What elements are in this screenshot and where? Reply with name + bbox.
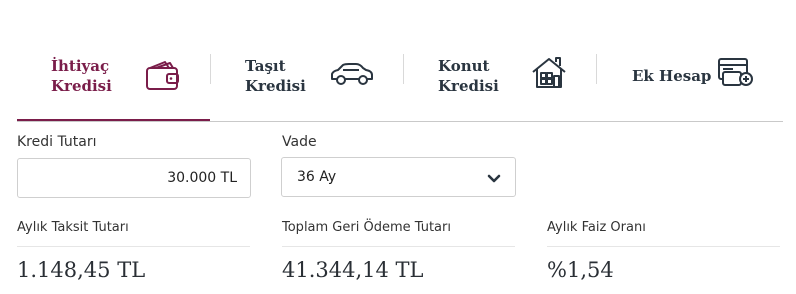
- term-select-value: 36 Ay: [297, 169, 337, 185]
- term-select[interactable]: 36 Ay: [281, 157, 516, 197]
- result-divider: [17, 246, 250, 247]
- tab-konut-kredisi-label: Konut Kredisi: [438, 57, 499, 95]
- monthly-rate-label: Aylık Faiz Oranı: [547, 220, 646, 235]
- result-divider: [547, 246, 780, 247]
- total-repayment-value: 41.344,14 TL: [282, 258, 424, 282]
- house-icon: [531, 56, 567, 90]
- tab-ek-hesap[interactable]: Ek Hesap: [632, 30, 782, 122]
- tab-separator: [403, 54, 404, 84]
- monthly-installment-label: Aylık Taksit Tutarı: [17, 220, 129, 235]
- amount-label: Kredi Tutarı: [17, 134, 97, 150]
- loan-type-tabs: İhtiyaç Kredisi Taşıt Kredisi Konut Kred…: [17, 30, 783, 122]
- monthly-rate-value: %1,54: [547, 258, 614, 282]
- term-label: Vade: [282, 134, 317, 150]
- chevron-down-icon: [487, 172, 501, 188]
- card-icon: [718, 58, 754, 88]
- amount-input[interactable]: [17, 158, 251, 198]
- tab-ek-hesap-label: Ek Hesap: [632, 67, 712, 85]
- wallet-icon: [145, 58, 181, 92]
- result-divider: [282, 246, 515, 247]
- tab-tasit-kredisi[interactable]: Taşıt Kredisi: [245, 30, 395, 122]
- tab-ihtiyac-kredisi-label: İhtiyaç Kredisi: [51, 57, 112, 95]
- total-repayment-label: Toplam Geri Ödeme Tutarı: [282, 220, 451, 235]
- tab-tasit-kredisi-label: Taşıt Kredisi: [245, 57, 306, 95]
- tab-konut-kredisi[interactable]: Konut Kredisi: [438, 30, 588, 122]
- monthly-installment-value: 1.148,45 TL: [17, 258, 146, 282]
- tab-separator: [596, 54, 597, 84]
- tab-separator: [210, 54, 211, 84]
- car-icon: [329, 60, 375, 88]
- tab-ihtiyac-kredisi[interactable]: İhtiyaç Kredisi: [51, 30, 201, 122]
- tabs-divider: [17, 121, 783, 122]
